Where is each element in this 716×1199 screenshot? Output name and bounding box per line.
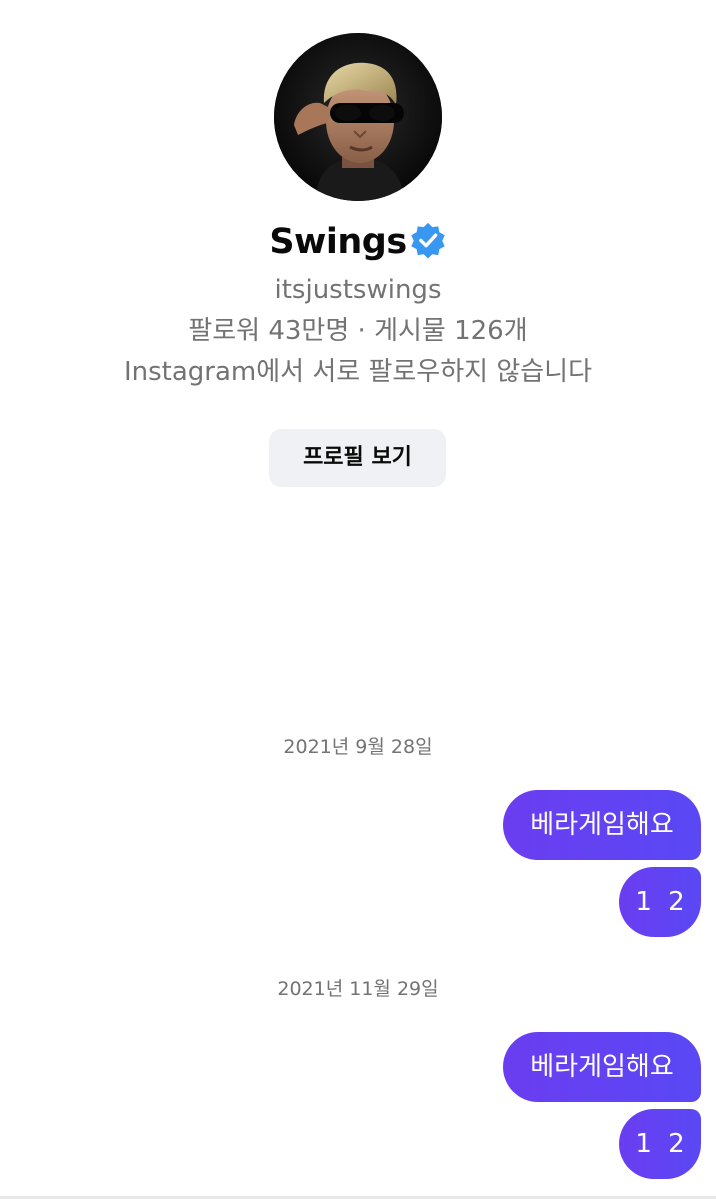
profile-stats: 팔로워 43만명 · 게시물 126개 [188,316,528,346]
message-bubble[interactable]: 베라게임해요 [503,1032,701,1102]
view-profile-button[interactable]: 프로필 보기 [269,429,446,487]
username: itsjustswings [274,275,442,305]
message-bubble[interactable]: 1 2 [619,1109,701,1179]
date-separator: 2021년 11월 29일 [277,978,439,1000]
message-bubble[interactable]: 베라게임해요 [503,790,701,860]
display-name: Swings [269,222,407,262]
name-row: Swings [0,218,716,266]
avatar-image [274,33,442,201]
date-separator: 2021년 9월 28일 [283,736,433,758]
follow-status: Instagram에서 서로 팔로우하지 않습니다 [123,357,593,387]
avatar[interactable] [274,33,442,201]
message-bubble[interactable]: 1 2 [619,867,701,937]
verified-badge-icon [410,222,445,259]
